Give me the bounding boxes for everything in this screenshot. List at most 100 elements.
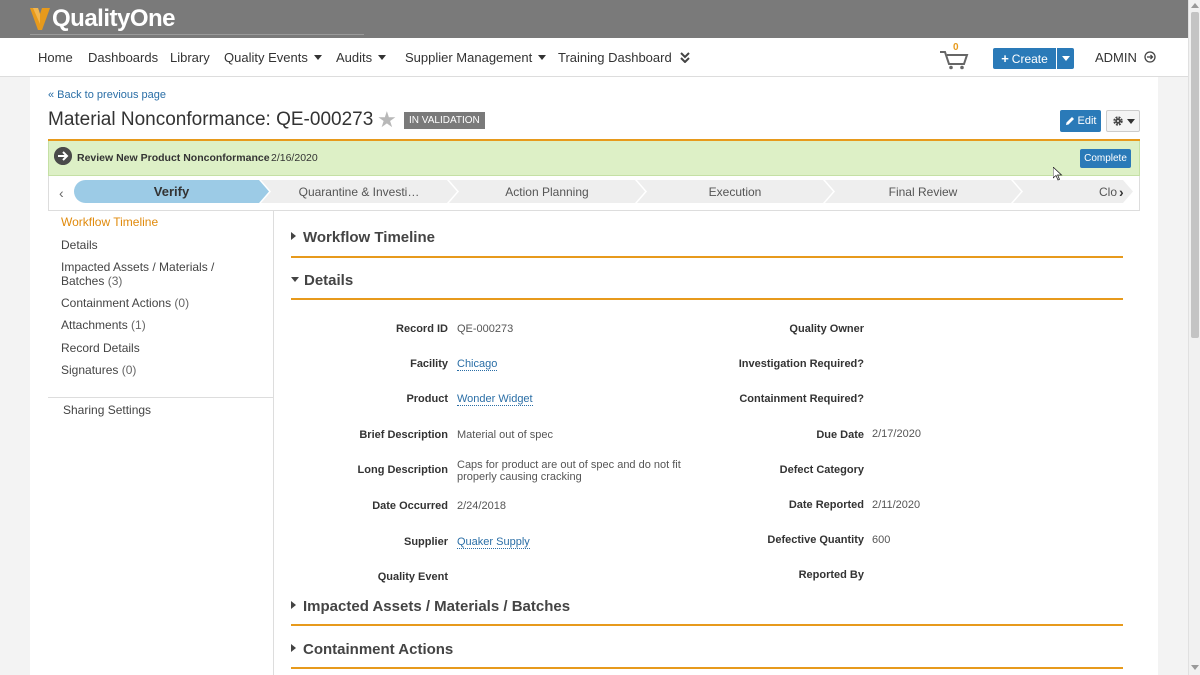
left-nav-label: Attachments (61, 318, 128, 332)
back-link[interactable]: « Back to previous page (48, 89, 166, 101)
brand-name: QualityOne (52, 5, 176, 32)
caret-down-icon (1126, 118, 1135, 124)
cart-button[interactable]: 0 (939, 42, 969, 70)
nav-label: Home (38, 50, 73, 65)
actions-menu-button[interactable] (1106, 110, 1140, 132)
section-containment-actions[interactable]: Containment Actions (291, 641, 453, 658)
complete-button[interactable]: Complete (1080, 149, 1131, 168)
task-label: Review New Product Nonconformance (77, 152, 270, 164)
workflow-task-bar: Review New Product Nonconformance 2/16/2… (48, 141, 1140, 176)
field-label-quality-owner: Quality Owner (789, 323, 864, 335)
field-value-date-reported: 2/11/2020 (872, 499, 921, 511)
left-nav-label-line2: Batches (61, 274, 105, 288)
caret-down-icon (1061, 56, 1070, 61)
field-value-brief-description: Material out of spec (457, 429, 553, 441)
caret-right-icon (291, 601, 296, 609)
facility-link[interactable]: Chicago (457, 358, 498, 371)
caret-down-icon (313, 55, 322, 60)
section-title: Workflow Timeline (303, 229, 435, 246)
left-nav-containment-actions[interactable]: Containment Actions (0) (61, 296, 189, 310)
caret-right-icon (291, 232, 296, 240)
left-nav-signatures[interactable]: Signatures (0) (61, 363, 136, 377)
left-nav-workflow-timeline[interactable]: Workflow Timeline (61, 215, 158, 229)
section-rule (291, 624, 1123, 626)
field-label-reported-by: Reported By (798, 569, 864, 581)
left-nav-label: Signatures (61, 363, 119, 377)
stage-quarantine[interactable]: Quarantine & Investi… (261, 180, 457, 203)
sharing-settings-link[interactable]: Sharing Settings (63, 403, 151, 417)
double-chevron-down-icon[interactable] (680, 52, 690, 63)
left-nav-label: Containment Actions (61, 296, 172, 310)
stage-final-review[interactable]: Final Review (825, 180, 1021, 203)
left-nav-impacted-assets[interactable]: Impacted Assets / Materials / Batches (3… (61, 260, 214, 288)
nav-library[interactable]: Library (170, 50, 210, 65)
left-nav-separator (48, 397, 273, 398)
nav-dashboards[interactable]: Dashboards (88, 50, 158, 65)
chevron-left-icon[interactable]: ‹ (59, 185, 64, 201)
nav-label: Supplier Management (405, 50, 533, 65)
field-value-supplier: Quaker Supply (457, 536, 707, 549)
left-nav-record-details[interactable]: Record Details (61, 341, 140, 355)
stage-tracker: ‹ Verify Quarantine & Investi… Action Pl… (48, 176, 1140, 211)
left-nav-label: Record Details (61, 341, 140, 355)
left-nav-count: (3) (107, 274, 123, 288)
section-title: Details (304, 272, 354, 289)
page-scrollbar[interactable] (1188, 0, 1200, 675)
edit-label: Edit (1077, 115, 1097, 127)
nav-supplier-management[interactable]: Supplier Management (405, 50, 547, 65)
create-button[interactable]: + Create (993, 48, 1056, 69)
create-dropdown-button[interactable] (1057, 48, 1074, 69)
top-banner: QualityOne (0, 0, 1188, 38)
left-nav-attachments[interactable]: Attachments (1) (61, 318, 146, 332)
nav-label: Library (170, 50, 210, 65)
nav-home[interactable]: Home (38, 50, 73, 65)
supplier-link[interactable]: Quaker Supply (457, 536, 530, 549)
field-label-long-description: Long Description (357, 464, 448, 476)
logo-v-icon (30, 8, 50, 30)
stage-verify[interactable]: Verify (74, 180, 269, 203)
field-label-defect-category: Defect Category (779, 464, 864, 476)
nav-quality-events[interactable]: Quality Events (224, 50, 322, 65)
field-label-brief-description: Brief Description (359, 429, 448, 441)
stage-action-planning[interactable]: Action Planning (449, 180, 645, 203)
section-workflow-timeline[interactable]: Workflow Timeline (291, 229, 435, 246)
field-value-defective-quantity: 600 (872, 534, 891, 546)
pencil-icon (1065, 117, 1074, 125)
create-label: Create (1011, 51, 1048, 66)
nav-training-dashboard[interactable]: Training Dashboard (558, 50, 672, 65)
task-date: 2/16/2020 (271, 152, 318, 164)
left-nav-label: Workflow Timeline (61, 215, 159, 229)
chevron-right-icon[interactable]: › (1119, 184, 1124, 200)
section-impacted-assets[interactable]: Impacted Assets / Materials / Batches (291, 598, 570, 615)
field-value-long-description: Caps for product are out of spec and do … (457, 459, 681, 483)
arrow-right-circle-icon (54, 147, 72, 165)
scroll-down-icon[interactable] (1191, 665, 1199, 670)
product-link[interactable]: Wonder Widget (457, 393, 533, 406)
section-title: Containment Actions (303, 641, 454, 658)
brand-logo[interactable]: QualityOne (30, 4, 176, 34)
field-label-facility: Facility (410, 358, 448, 370)
user-menu[interactable]: ADMIN (1095, 50, 1156, 65)
caret-down-icon (291, 277, 299, 282)
scroll-thumb[interactable] (1191, 12, 1199, 338)
mouse-cursor-icon (1053, 167, 1063, 181)
section-details[interactable]: Details (291, 272, 353, 289)
edit-button[interactable]: Edit (1060, 110, 1101, 132)
field-value-record-id: QE-000273 (457, 323, 707, 335)
caret-down-icon (538, 55, 547, 60)
star-icon[interactable]: ★ (377, 109, 397, 131)
nav-label: Quality Events (224, 50, 308, 65)
field-label-containment-required: Containment Required? (739, 393, 864, 405)
cart-count: 0 (953, 42, 959, 53)
field-label-date-occurred: Date Occurred (372, 500, 448, 512)
user-label: ADMIN (1095, 50, 1137, 65)
field-value-date-occurred: 2/24/2018 (457, 500, 506, 512)
stage-closed[interactable]: Clo (1013, 180, 1133, 203)
stage-execution[interactable]: Execution (637, 180, 833, 203)
left-nav-label: Impacted Assets / Materials / (61, 260, 215, 274)
scroll-up-icon[interactable] (1191, 3, 1199, 8)
left-nav-details[interactable]: Details (61, 238, 98, 252)
gear-icon (1112, 116, 1123, 126)
nav-audits[interactable]: Audits (336, 50, 387, 65)
section-title: Impacted Assets / Materials / Batches (303, 598, 571, 615)
